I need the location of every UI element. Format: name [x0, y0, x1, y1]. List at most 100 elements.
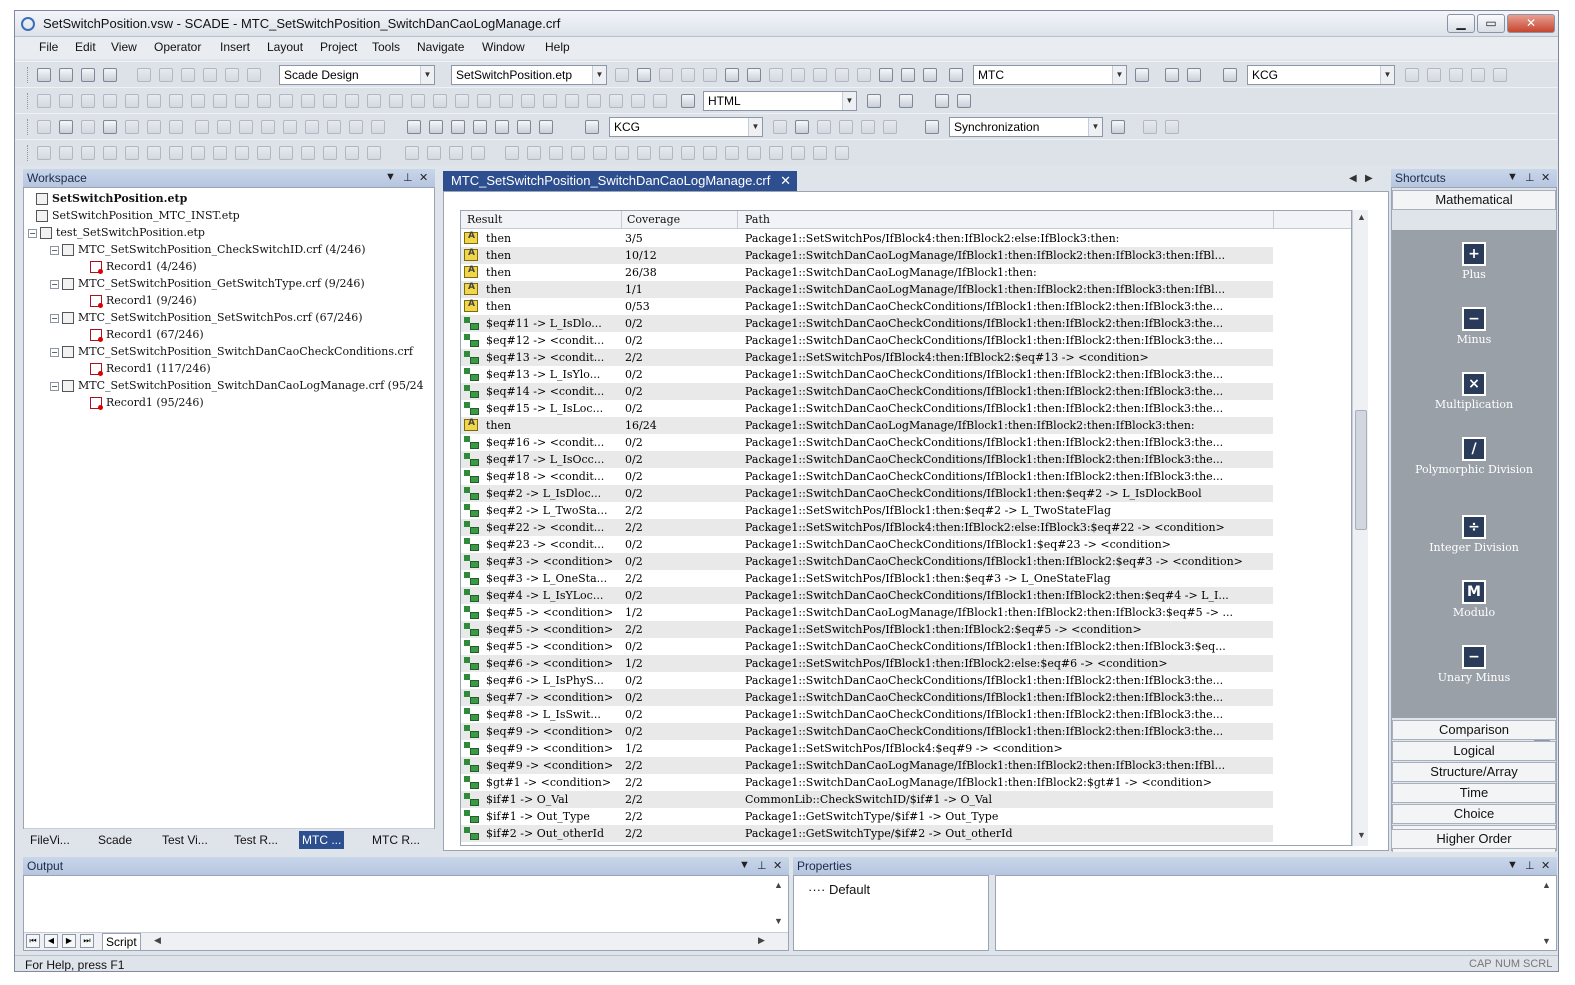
operator-icon[interactable] [257, 94, 271, 108]
operator-icon[interactable] [279, 94, 293, 108]
dropdown-icon[interactable]: ▼ [385, 171, 396, 183]
tab-scade[interactable]: Scade [95, 831, 135, 849]
wave-icon[interactable] [125, 120, 139, 134]
dropdown-icon[interactable]: ▼ [1507, 859, 1518, 871]
table-row[interactable]: $eq#7 -> <condition> 0/2 Package1::SwitchD… [461, 689, 1273, 706]
operator-icon[interactable] [147, 94, 161, 108]
document-icon[interactable] [769, 68, 783, 82]
collapse-icon[interactable]: − [50, 279, 59, 289]
fill-icon[interactable] [345, 146, 359, 160]
table-row[interactable]: $eq#5 -> <condition> 0/2 Package1::SwitchD… [461, 638, 1273, 655]
align-icon[interactable] [747, 146, 761, 160]
zoom-width-icon[interactable] [539, 120, 553, 134]
book-icon[interactable] [901, 68, 915, 82]
shape-icon[interactable] [305, 120, 319, 134]
mtc-settings-icon[interactable] [1135, 68, 1149, 82]
close-icon[interactable]: ✕ [1541, 171, 1550, 184]
pointer-icon[interactable] [103, 120, 117, 134]
pin-icon[interactable]: ⊥ [403, 171, 413, 184]
refresh-icon[interactable] [1111, 120, 1125, 134]
binoculars-icon[interactable] [725, 68, 739, 82]
tab-test-results[interactable]: Test R... [231, 831, 281, 849]
tree-item[interactable]: Record1 (67/246) [90, 328, 204, 342]
tree-item[interactable]: Record1 (117/246) [90, 362, 211, 376]
chevron-down-icon[interactable]: ▼ [748, 118, 762, 136]
category-higher-order[interactable]: Higher Order [1391, 829, 1557, 849]
table-row[interactable]: $eq#6 -> L_IsPhyS... 0/2 Package1::SwitchD… [461, 672, 1273, 689]
table-row[interactable]: $eq#6 -> <condition> 1/2 Package1::SetSwit… [461, 655, 1273, 672]
synchronization-select[interactable]: Synchronization ▼ [949, 117, 1103, 137]
grid-icon[interactable] [817, 120, 831, 134]
operator-icon[interactable] [301, 94, 315, 108]
toolbar-grip[interactable] [27, 67, 30, 83]
pin-icon[interactable]: ⊥ [757, 859, 767, 872]
output-text-area[interactable]: ▲ ▼ ⏮ ◀ ▶ ⏭ Script ◀ ▶ [23, 875, 789, 951]
menu-window[interactable]: Window [482, 40, 525, 54]
paste-icon[interactable] [181, 68, 195, 82]
tree-item[interactable]: − MTC_SetSwitchPosition_SwitchDanCaoLogMa… [50, 379, 424, 392]
tab-fileview[interactable]: FileVi... [27, 831, 73, 849]
save-icon[interactable] [81, 68, 95, 82]
operator-icon[interactable] [37, 94, 51, 108]
column-divider[interactable] [737, 211, 738, 229]
undo-icon[interactable] [225, 68, 239, 82]
grid-icon[interactable] [839, 120, 853, 134]
operator-icon[interactable] [323, 94, 337, 108]
kcg-icon[interactable] [1223, 68, 1237, 82]
chevron-down-icon[interactable]: ▼ [592, 66, 606, 84]
kcg-target-select[interactable]: KCG ▼ [609, 117, 763, 137]
shape-icon[interactable] [195, 120, 209, 134]
shortcut-multiplication[interactable]: × Multiplication [1392, 372, 1556, 411]
mtc-icon[interactable] [949, 68, 963, 82]
shortcut-modulo[interactable]: M Modulo [1392, 580, 1556, 619]
table-row[interactable]: $eq#13 -> <condit... 2/2 Package1::SetSwit… [461, 349, 1273, 366]
connector-icon[interactable] [59, 120, 73, 134]
maximize-button[interactable]: ▭ [1477, 14, 1505, 33]
operator-icon[interactable] [411, 94, 425, 108]
link-icon[interactable] [791, 68, 805, 82]
table-row[interactable]: $eq#13 -> L_IsYlo... 0/2 Package1::SwitchD… [461, 366, 1273, 383]
rectangle-icon[interactable] [103, 146, 117, 160]
table-row[interactable]: $gt#1 -> <condition> 2/2 Package1::SwitchD… [461, 774, 1273, 791]
table-row[interactable]: $eq#14 -> <condit... 0/2 Package1::SwitchD… [461, 383, 1273, 400]
table-row[interactable]: $if#1 -> Out_Type 2/2 Package1::GetSwitchT… [461, 808, 1273, 825]
kcg-icon[interactable] [585, 120, 599, 134]
column-divider[interactable] [1273, 211, 1274, 229]
scroll-right-icon[interactable]: ▶ [758, 935, 765, 946]
cut-icon[interactable] [137, 68, 151, 82]
grid-icon[interactable] [659, 68, 673, 82]
connector-icon[interactable] [37, 120, 51, 134]
shape-icon[interactable] [217, 120, 231, 134]
next-tab-icon[interactable]: ▶ [62, 934, 76, 948]
check-icon[interactable] [637, 68, 651, 82]
operator-icon[interactable] [235, 94, 249, 108]
report-format-select[interactable]: HTML ▼ [703, 91, 857, 111]
table-row[interactable]: $eq#5 -> <condition> 2/2 Package1::SetSwit… [461, 621, 1273, 638]
build-icon[interactable] [615, 68, 629, 82]
open-folder-icon[interactable] [59, 68, 73, 82]
operator-icon[interactable] [433, 94, 447, 108]
scroll-down-icon[interactable]: ▼ [1542, 936, 1551, 946]
generate-icon[interactable] [773, 120, 787, 134]
kcg-clean-icon[interactable] [1449, 68, 1463, 82]
chevron-down-icon[interactable]: ▼ [420, 66, 434, 84]
category-mathematical[interactable]: Mathematical [1392, 190, 1556, 210]
kcg-select[interactable]: KCG ▼ [1247, 65, 1395, 85]
category-choice[interactable]: Choice [1392, 804, 1556, 824]
table-row[interactable]: $eq#23 -> <condit... 0/2 Package1::SwitchD… [461, 536, 1273, 553]
align-icon[interactable] [427, 146, 441, 160]
forward-arrow-icon[interactable] [957, 94, 971, 108]
scroll-up-icon[interactable]: ▲ [1542, 880, 1551, 890]
last-tab-icon[interactable]: ⏭ [80, 934, 94, 948]
chevron-down-icon[interactable]: ▼ [1380, 66, 1394, 84]
simulate-icon[interactable] [703, 68, 717, 82]
zoom-in-icon[interactable] [429, 120, 443, 134]
operator-icon[interactable] [455, 94, 469, 108]
menu-insert[interactable]: Insert [220, 40, 250, 54]
category-comparison[interactable]: Comparison [1392, 720, 1556, 740]
menu-layout[interactable]: Layout [267, 40, 303, 54]
kcg-check-icon[interactable] [1471, 68, 1485, 82]
shape-icon[interactable] [283, 120, 297, 134]
shape-icon[interactable] [239, 120, 253, 134]
align-icon[interactable] [471, 146, 485, 160]
